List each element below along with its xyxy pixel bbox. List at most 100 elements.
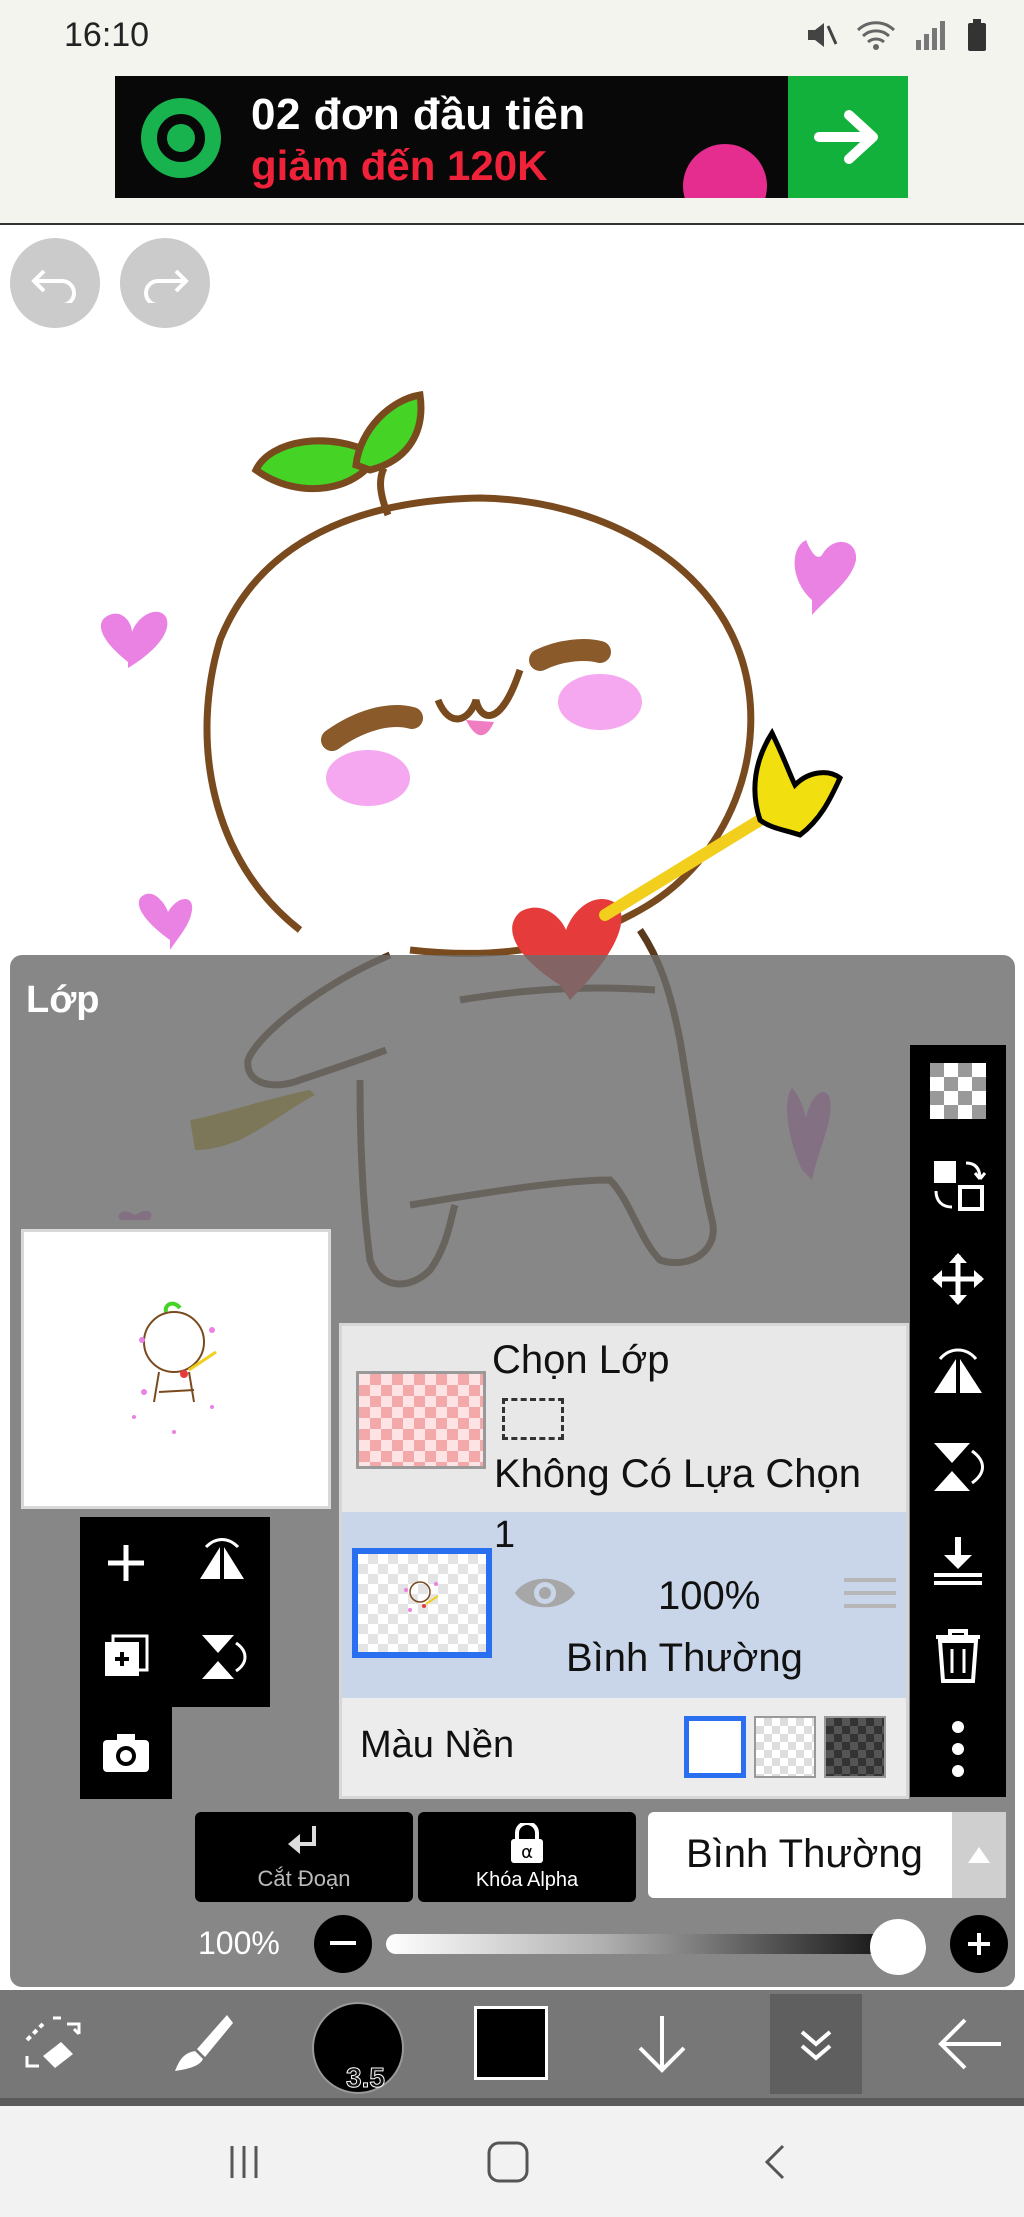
brush-tool-button[interactable] bbox=[162, 1990, 242, 2098]
flip-horizontal-button[interactable] bbox=[910, 1327, 1006, 1419]
blend-mode-arrow[interactable] bbox=[952, 1812, 1006, 1898]
more-icon bbox=[952, 1721, 964, 1777]
ad-banner[interactable]: 02 đơn đầu tiên giảm đến 120K bbox=[115, 76, 908, 198]
add-copy-layer-button[interactable] bbox=[80, 1611, 172, 1703]
camera-icon bbox=[103, 1734, 149, 1772]
layer-thumbnail bbox=[352, 1548, 492, 1658]
recent-apps-icon bbox=[230, 2146, 258, 2178]
ad-decoration bbox=[683, 144, 767, 198]
layer-row[interactable]: 1 100% Bình Thường bbox=[342, 1512, 906, 1698]
battery-icon bbox=[968, 19, 986, 51]
flip-horizontal-icon bbox=[934, 1348, 982, 1393]
system-nav-bar bbox=[0, 2106, 1024, 2217]
undo-button[interactable] bbox=[10, 238, 100, 328]
brush-size-value: 3.5 bbox=[346, 2062, 386, 2094]
move-down-button[interactable] bbox=[622, 1990, 702, 2098]
arrow-right-icon bbox=[814, 110, 878, 164]
signal-icon bbox=[916, 21, 945, 50]
delete-layer-button[interactable] bbox=[910, 1609, 1006, 1701]
home-icon bbox=[487, 2141, 529, 2183]
status-bar: 16:10 02 đơn đầu tiên giảm đến 120K bbox=[0, 0, 1024, 225]
clip-arrow-icon bbox=[288, 1826, 316, 1854]
collapse-button[interactable] bbox=[776, 1990, 856, 2098]
layer-preview bbox=[21, 1229, 331, 1509]
clipping-label: Cắt Đoạn bbox=[257, 1866, 351, 1891]
ad-headline: 02 đơn đầu tiên bbox=[251, 90, 586, 139]
panel-title: Lớp bbox=[26, 979, 100, 1021]
layers-list: Chọn Lớp Không Có Lựa Chọn 1 100% Bình T… bbox=[339, 1323, 909, 1799]
blend-mode-dropdown[interactable]: Bình Thường bbox=[648, 1812, 1006, 1898]
selection-layer-row[interactable]: Chọn Lớp Không Có Lựa Chọn bbox=[342, 1326, 906, 1512]
quick-tool-swap-button[interactable] bbox=[14, 1990, 94, 2098]
alpha-lock-button[interactable]: α Khóa Alpha bbox=[418, 1812, 636, 1902]
opacity-row: 100% bbox=[10, 1907, 1015, 1977]
selection-title: Chọn Lớp bbox=[492, 1338, 670, 1382]
status-time: 16:10 bbox=[64, 16, 150, 54]
background-white-option[interactable] bbox=[684, 1716, 746, 1778]
ad-logo bbox=[141, 98, 221, 178]
more-options-button[interactable] bbox=[910, 1703, 1006, 1795]
home-button[interactable] bbox=[468, 2132, 548, 2192]
layer-number: 1 bbox=[494, 1514, 516, 1556]
swap-layer-button[interactable] bbox=[910, 1139, 1006, 1231]
opacity-increase-button[interactable] bbox=[950, 1915, 1008, 1973]
flip-vertical-icon bbox=[934, 1443, 984, 1491]
down-arrow-icon bbox=[638, 2016, 686, 2073]
wifi-icon bbox=[856, 21, 896, 50]
triangle-up-icon bbox=[968, 1847, 990, 1863]
plus-icon bbox=[968, 1933, 990, 1955]
eye-icon bbox=[515, 1578, 575, 1608]
trash-icon bbox=[936, 1629, 980, 1683]
background-dark-option[interactable] bbox=[824, 1716, 886, 1778]
mute-icon bbox=[808, 23, 838, 47]
back-nav-button[interactable] bbox=[734, 2132, 814, 2192]
opacity-decrease-button[interactable] bbox=[314, 1915, 372, 1973]
opacity-slider-knob[interactable] bbox=[870, 1919, 926, 1975]
flip-layer-vertical-button[interactable] bbox=[176, 1611, 268, 1703]
clipping-button[interactable]: Cắt Đoạn bbox=[195, 1812, 413, 1902]
lock-alpha-icon: α bbox=[511, 1822, 543, 1863]
bottom-toolbar: 3.5 bbox=[0, 1990, 1024, 2098]
layer-tools-left bbox=[80, 1517, 270, 1799]
toolbar-divider bbox=[0, 2098, 1024, 2106]
drag-handle-icon[interactable] bbox=[844, 1578, 896, 1617]
import-photo-button[interactable] bbox=[80, 1707, 172, 1799]
ad-arrow-button[interactable] bbox=[788, 76, 908, 198]
background-color-row: Màu Nền bbox=[342, 1698, 906, 1796]
add-layer-copy-icon bbox=[105, 1634, 149, 1676]
opacity-slider[interactable] bbox=[386, 1934, 926, 1954]
redo-button[interactable] bbox=[120, 238, 210, 328]
color-swatch-button[interactable] bbox=[474, 2006, 548, 2080]
preview-artwork bbox=[132, 1301, 217, 1434]
swap-layer-icon bbox=[934, 1161, 986, 1211]
layer-thumbnail-art bbox=[404, 1581, 439, 1612]
move-button[interactable] bbox=[910, 1233, 1006, 1325]
ad-subheadline: giảm đến 120K bbox=[251, 142, 548, 189]
selection-marquee-icon bbox=[502, 1398, 564, 1440]
collapse-icon bbox=[800, 2030, 832, 2061]
status-icons bbox=[804, 18, 988, 52]
layer-opacity: 100% bbox=[658, 1574, 761, 1618]
blend-mode-value: Bình Thường bbox=[686, 1832, 923, 1876]
redo-icon bbox=[144, 269, 189, 303]
layer-visibility-toggle[interactable] bbox=[512, 1570, 578, 1621]
flip-layer-horizontal-button[interactable] bbox=[176, 1517, 268, 1609]
flip-vertical-button[interactable] bbox=[910, 1421, 1006, 1513]
merge-down-button[interactable] bbox=[910, 1515, 1006, 1607]
selection-thumbnail bbox=[356, 1371, 486, 1469]
back-nav-icon bbox=[764, 2144, 785, 2180]
svg-text:α: α bbox=[521, 1842, 533, 1863]
back-icon bbox=[938, 2018, 1001, 2070]
alpha-lock-label: Khóa Alpha bbox=[475, 1868, 579, 1891]
add-layer-button[interactable] bbox=[80, 1517, 172, 1609]
layer-tools-right bbox=[910, 1045, 1006, 1797]
layer-panel: Lớp Chọn Lớp Không Có Lựa Chọn 1 100% Bì… bbox=[10, 955, 1015, 1987]
transparency-button[interactable] bbox=[910, 1045, 1006, 1137]
add-layer-icon bbox=[108, 1545, 144, 1581]
recent-apps-button[interactable] bbox=[204, 2132, 284, 2192]
flip-vertical-icon bbox=[202, 1635, 247, 1679]
merge-down-icon bbox=[934, 1537, 982, 1585]
back-button[interactable] bbox=[930, 1990, 1010, 2098]
minus-icon bbox=[330, 1941, 356, 1945]
background-transparent-option[interactable] bbox=[754, 1716, 816, 1778]
